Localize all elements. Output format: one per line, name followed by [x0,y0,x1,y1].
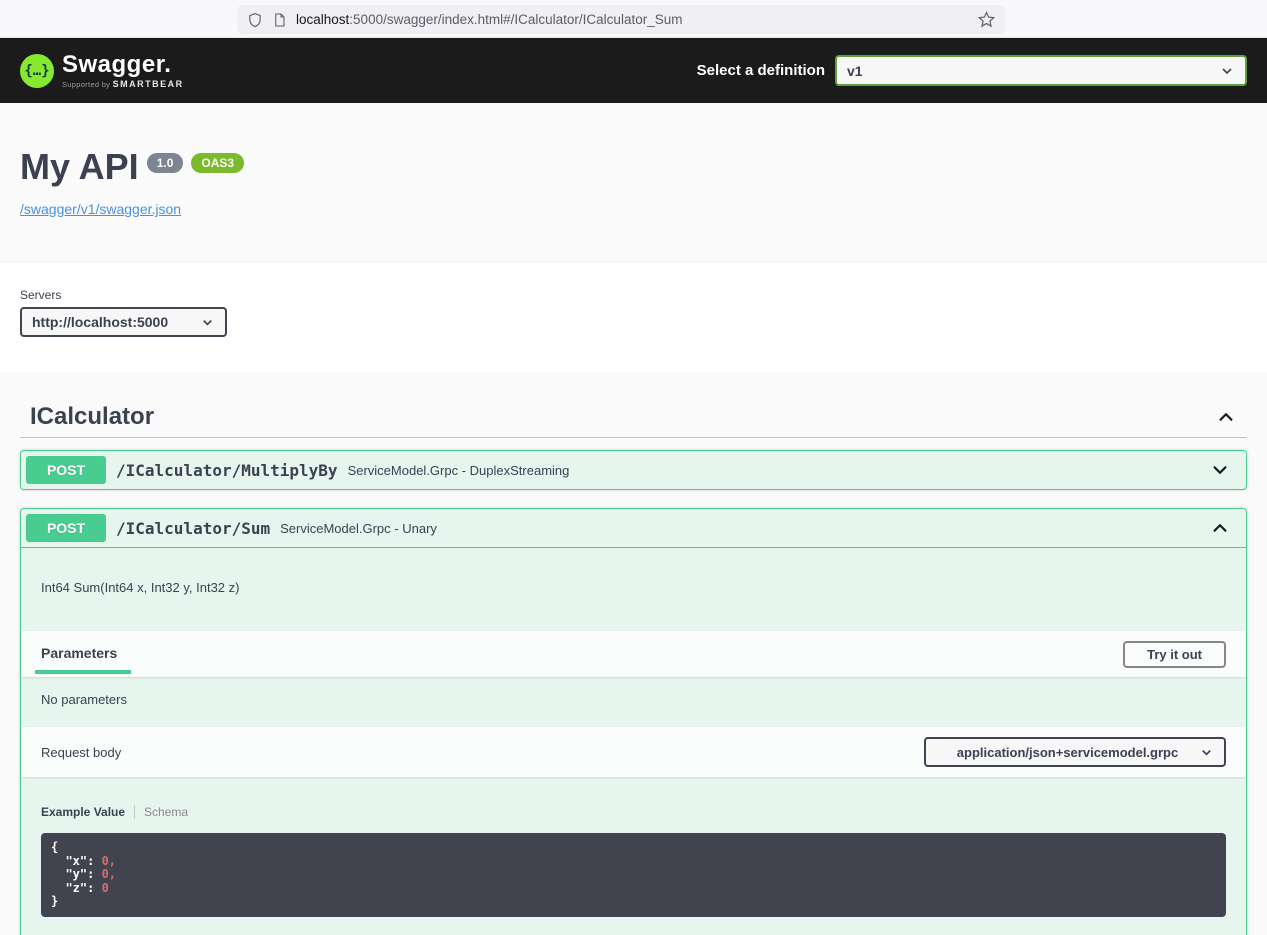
tab-schema[interactable]: Schema [144,805,188,819]
parameters-header: Parameters Try it out [21,631,1246,677]
chevron-up-icon[interactable] [1199,517,1241,539]
tab-parameters[interactable]: Parameters [34,631,132,677]
op-description: ServiceModel.Grpc - Unary [280,520,437,536]
logo-sub-prefix: Supported by [62,79,113,89]
spec-json-link[interactable]: /swagger/v1/swagger.json [20,201,181,217]
url-text[interactable]: localhost:5000/swagger/index.html#/ICalc… [296,12,970,27]
shield-icon[interactable] [247,12,263,28]
model-tabs: Example Value Schema [41,805,1226,819]
chevron-down-icon [1199,745,1214,760]
chevron-up-icon[interactable] [1215,406,1237,428]
page-icon[interactable] [272,12,287,28]
tab-divider [134,805,136,819]
oas3-badge: OAS3 [191,153,245,173]
logo-sub-brand: SMARTBEAR [112,78,184,89]
operation-signature: Int64 Sum(Int64 x, Int32 y, Int32 z) [41,580,240,595]
tag-title: ICalculator [30,403,155,430]
opblock-sum-summary[interactable]: POST /ICalculator/Sum ServiceModel.Grpc … [21,509,1246,548]
op-path: /ICalculator/Sum [116,518,271,538]
version-badge: 1.0 [146,153,184,173]
browser-toolbar: localhost:5000/swagger/index.html#/ICalc… [0,0,1267,38]
logo-subtitle: Supported by SMARTBEAR [62,79,184,89]
example-section: Example Value Schema { "x": 0, "y": 0, "… [21,777,1246,935]
definition-select[interactable]: v1 [835,55,1247,86]
address-bar[interactable]: localhost:5000/swagger/index.html#/ICalc… [237,5,1005,34]
info-section: My API 1.0 OAS3 /swagger/v1/swagger.json [0,103,1267,263]
code-open-brace: { [51,840,59,854]
operations-section: ICalculator POST /ICalculator/MultiplyBy… [0,372,1267,935]
logo-title: Swagger. [62,50,172,78]
tab-example-value[interactable]: Example Value [41,805,125,819]
definition-select-value: v1 [847,62,863,79]
select-definition-label: Select a definition [696,62,825,79]
method-badge-post: POST [26,514,106,542]
method-badge-post: POST [26,456,106,484]
swagger-logo-icon: {…} [20,53,54,88]
swagger-logo: {…} Swagger. Supported by SMARTBEAR [20,50,184,89]
no-parameters-text: No parameters [41,692,127,707]
servers-section: Servers http://localhost:5000 [0,263,1267,372]
chevron-down-icon [1219,63,1235,79]
url-path: :5000/swagger/index.html#/ICalculator/IC… [349,12,683,27]
example-code-block: { "x": 0, "y": 0, "z": 0 } [41,833,1226,917]
code-line: "y": 0, [51,867,117,881]
opblock-sum: POST /ICalculator/Sum ServiceModel.Grpc … [20,508,1247,935]
server-select[interactable]: http://localhost:5000 [20,307,227,337]
op-description: ServiceModel.Grpc - DuplexStreaming [347,462,570,478]
bookmark-star-icon[interactable] [978,11,995,28]
servers-label: Servers [20,288,62,302]
server-select-value: http://localhost:5000 [32,314,169,330]
try-it-out-button[interactable]: Try it out [1123,640,1226,668]
logo-glyph: {…} [24,62,50,79]
request-body-header: Request body application/json+servicemod… [21,727,1246,777]
media-type-value: application/json+servicemodel.grpc [956,744,1179,760]
api-title: My API [20,146,139,187]
swagger-topbar: {…} Swagger. Supported by SMARTBEAR Sele… [0,38,1267,103]
opblock-multiplyby-summary[interactable]: POST /ICalculator/MultiplyBy ServiceMode… [21,451,1246,489]
op-path: /ICalculator/MultiplyBy [116,460,338,480]
chevron-down-icon[interactable] [1199,459,1241,481]
chevron-down-icon [200,315,215,330]
code-line: "x": 0, [51,853,117,868]
code-line: "z": 0 [51,880,109,895]
tag-header-icalculator[interactable]: ICalculator [20,397,1247,438]
opblock-multiplyby: POST /ICalculator/MultiplyBy ServiceMode… [20,450,1247,490]
request-body-label: Request body [41,744,122,760]
url-host: localhost [296,12,350,27]
code-close-brace: } [51,894,59,908]
opblock-sum-body: Int64 Sum(Int64 x, Int32 y, Int32 z) Par… [21,548,1246,935]
media-type-select[interactable]: application/json+servicemodel.grpc [924,737,1226,767]
